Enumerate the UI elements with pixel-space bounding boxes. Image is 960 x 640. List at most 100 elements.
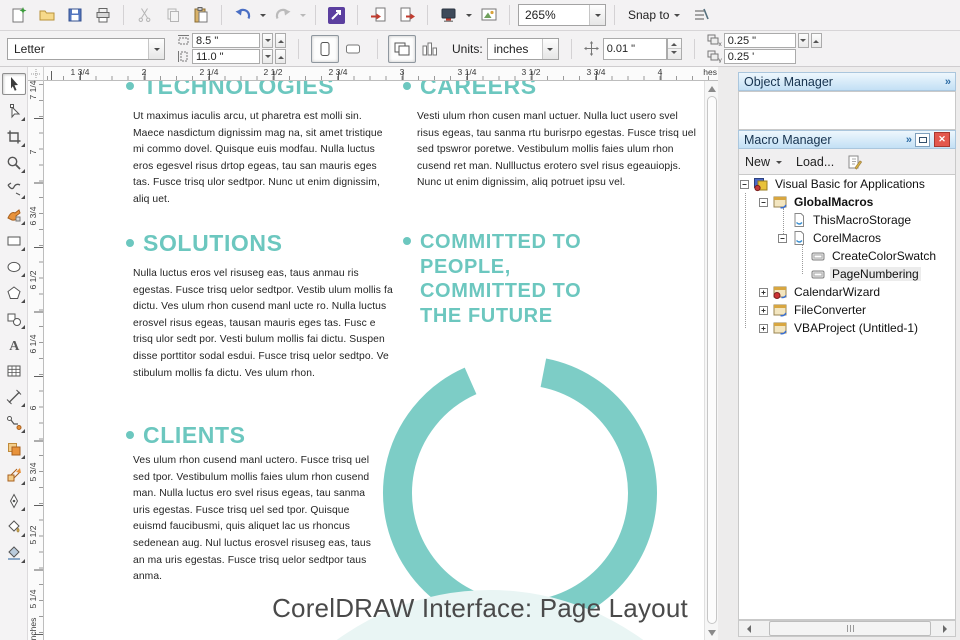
tree-item-thismacrostorage[interactable]: ThisMacroStorage [739, 211, 955, 229]
zoom-tool[interactable] [3, 153, 25, 173]
document-vertical-scrollbar[interactable] [704, 81, 718, 640]
nudge-distance-field[interactable]: 0.01 " [602, 37, 667, 60]
scroll-up-button[interactable] [706, 82, 718, 95]
tree-item-calendarwizard[interactable]: CalendarWizard [739, 283, 955, 301]
page-size-combo[interactable]: Letter [7, 37, 165, 60]
page-width-spin-down[interactable] [262, 33, 273, 48]
ellipse-tool[interactable] [3, 257, 25, 277]
all-pages-button[interactable] [388, 34, 416, 63]
tree-item-vba-root[interactable]: Visual Basic for Applications [739, 175, 955, 193]
duplicate-x-field[interactable]: 0.25 " [723, 33, 796, 48]
tree-item-globalmacros[interactable]: GlobalMacros [739, 193, 955, 211]
landscape-button[interactable] [339, 35, 367, 63]
rectangle-tool[interactable] [3, 231, 25, 251]
cut-button[interactable] [132, 3, 157, 27]
edit-macro-icon[interactable] [846, 154, 863, 170]
tree-item-fileconverter[interactable]: FileConverter [739, 301, 955, 319]
section-heading-technologies: TECHNOLOGIES [126, 81, 334, 99]
fill-tool[interactable] [3, 517, 25, 537]
collapse-chevron-icon[interactable]: » [906, 134, 912, 146]
close-button[interactable]: ✕ [934, 132, 950, 147]
collapse-minus-icon[interactable] [759, 197, 768, 207]
zoom-level-combo[interactable]: 265% [518, 4, 606, 26]
vertical-scroll-thumb[interactable] [706, 96, 717, 624]
redo-dropdown[interactable] [298, 3, 307, 27]
print-button[interactable] [90, 3, 115, 27]
portrait-button[interactable] [311, 34, 339, 63]
crop-tool[interactable] [3, 127, 25, 147]
page-height-spin-down[interactable] [262, 49, 273, 64]
tree-item-pagenumbering[interactable]: PageNumbering [739, 265, 955, 283]
tree-item-createcolorswatch[interactable]: CreateColorSwatch [739, 247, 955, 265]
page-height-spin-up[interactable] [275, 49, 286, 64]
scroll-left-button[interactable] [739, 621, 755, 636]
paste-button[interactable] [188, 3, 213, 27]
duplicate-y-field[interactable]: 0.25 ' [723, 49, 796, 64]
load-macro-button[interactable]: Load... [796, 155, 834, 169]
basic-shapes-tool[interactable] [3, 309, 25, 329]
page-width-field[interactable]: 8.5 " [192, 33, 260, 48]
connector-tool[interactable] [3, 413, 25, 433]
tree-item-corelmacros[interactable]: CorelMacros [739, 229, 955, 247]
expand-plus-icon[interactable] [759, 323, 768, 333]
redo-button[interactable] [270, 3, 295, 27]
interactive-fill-tool[interactable] [3, 543, 25, 563]
duplicate-x-spin-down[interactable] [797, 33, 809, 48]
pick-tool[interactable] [1, 73, 26, 95]
current-page-button[interactable] [416, 35, 444, 63]
save-button[interactable] [62, 3, 87, 27]
polygon-tool[interactable] [3, 283, 25, 303]
drop-shadow-tool[interactable] [3, 439, 25, 459]
zoom-combo-arrow[interactable] [589, 5, 605, 25]
expand-plus-icon[interactable] [759, 305, 768, 315]
scroll-down-button[interactable] [706, 626, 718, 639]
scroll-right-button[interactable] [939, 621, 955, 636]
welcome-screen-button[interactable] [476, 3, 501, 27]
expand-plus-icon[interactable] [759, 287, 768, 297]
collapse-chevron-icon[interactable]: » [945, 76, 951, 88]
collapse-minus-icon[interactable] [778, 233, 787, 243]
import-button[interactable] [366, 3, 391, 27]
copy-button[interactable] [160, 3, 185, 27]
outline-pen-tool[interactable] [3, 491, 25, 511]
collapse-minus-icon[interactable] [740, 179, 749, 189]
object-manager-titlebar[interactable]: Object Manager » [738, 72, 956, 91]
tree-item-vbaproject-untitled[interactable]: VBAProject (Untitled-1) [739, 319, 955, 337]
page-size-combo-arrow[interactable] [148, 38, 164, 59]
shape-tool[interactable] [3, 101, 25, 121]
horizontal-scroll-thumb[interactable] [769, 621, 931, 636]
table-tool[interactable] [3, 361, 25, 381]
freehand-tool[interactable] [3, 179, 25, 199]
options-button[interactable] [688, 3, 713, 27]
drawing-page[interactable]: TECHNOLOGIES Ut maximus iaculis arcu, ut… [44, 81, 704, 640]
macro-manager-horizontal-scrollbar[interactable] [738, 620, 956, 637]
toolbar-separator [509, 5, 510, 25]
page-width-spin-up[interactable] [275, 33, 286, 48]
horizontal-scroll-track[interactable] [755, 621, 939, 636]
export-button[interactable] [394, 3, 419, 27]
units-combo-arrow[interactable] [541, 38, 558, 59]
nudge-spinner[interactable] [666, 37, 682, 60]
ruler-origin[interactable] [28, 67, 44, 81]
new-document-button[interactable] [6, 3, 31, 27]
open-button[interactable] [34, 3, 59, 27]
extrude-tool[interactable] [3, 465, 25, 485]
smart-drawing-tool[interactable] [3, 205, 25, 225]
duplicate-x-spin-up[interactable] [810, 33, 822, 48]
horizontal-ruler[interactable]: 1 3/4 2 2 1/4 2 1/2 2 3/4 3 3 1/4 3 1/2 … [44, 67, 718, 81]
units-combo[interactable]: inches [486, 37, 559, 60]
text-tool[interactable]: A [3, 335, 25, 355]
macro-manager-titlebar[interactable]: Macro Manager » ✕ [738, 130, 956, 149]
minimize-button[interactable] [915, 132, 930, 147]
search-content-button[interactable] [324, 3, 349, 27]
application-launcher-button[interactable] [436, 3, 461, 27]
snap-to-dropdown[interactable]: Snap to [623, 3, 685, 27]
undo-button[interactable] [230, 3, 255, 27]
new-macro-button[interactable]: New [745, 155, 770, 169]
parallel-dimension-tool[interactable] [3, 387, 25, 407]
new-dropdown-arrow[interactable] [776, 160, 783, 167]
page-height-field[interactable]: 11.0 " [192, 49, 260, 64]
vertical-ruler[interactable]: 7 1/4 7 6 3/4 6 1/2 6 1/4 6 5 3/4 5 1/2 … [28, 81, 44, 640]
undo-dropdown[interactable] [258, 3, 267, 27]
application-launcher-dropdown[interactable] [464, 3, 473, 27]
